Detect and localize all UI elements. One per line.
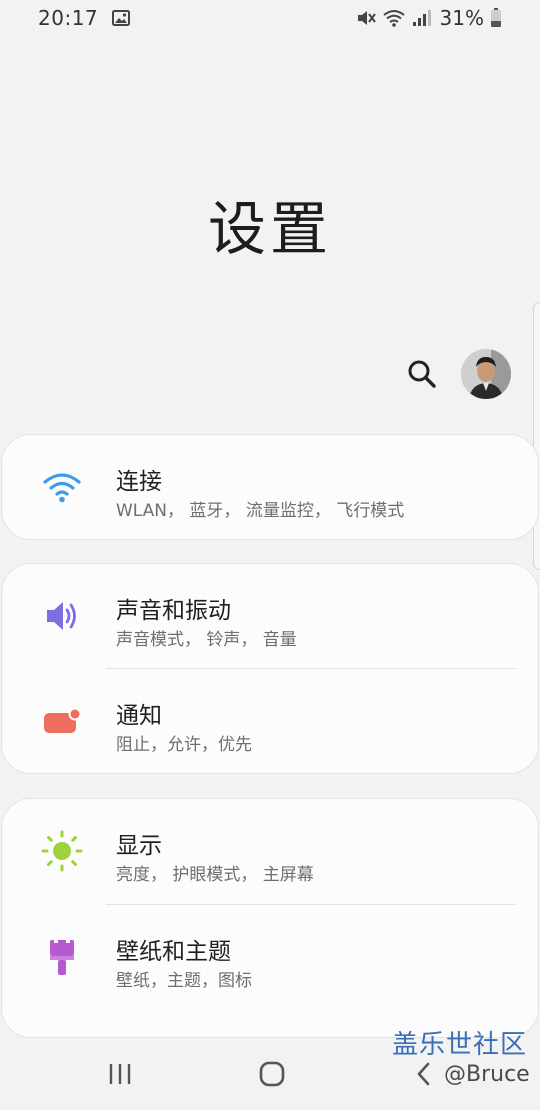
settings-item-title: 通知 — [116, 703, 162, 729]
settings-item-subtitle: 壁纸，主题，图标 — [116, 971, 252, 991]
status-left: 20:17 — [38, 6, 131, 30]
status-bar: 20:17 31% — [0, 0, 540, 36]
wifi-icon — [40, 465, 84, 509]
settings-item-title: 声音和振动 — [116, 598, 231, 624]
search-icon[interactable] — [404, 356, 440, 392]
settings-item-subtitle: WLAN， 蓝牙， 流量监控， 飞行模式 — [116, 501, 405, 521]
settings-item-display[interactable]: 显示 亮度， 护眼模式， 主屏幕 — [2, 799, 540, 904]
wifi-status-icon — [382, 8, 406, 28]
settings-item-connections[interactable]: 连接 WLAN， 蓝牙， 流量监控， 飞行模式 — [2, 435, 540, 541]
settings-item-notifications[interactable]: 通知 阻止，允许，优先 — [2, 669, 540, 774]
settings-group-sound: 声音和振动 声音模式， 铃声， 音量 通知 阻止，允许，优先 — [1, 563, 539, 774]
paint-brush-icon — [40, 935, 84, 979]
page-title: 设置 — [207, 195, 332, 263]
settings-group-display: 显示 亮度， 护眼模式， 主屏幕 壁纸和主题 壁纸，主题，图标 — [1, 798, 539, 1038]
status-time: 20:17 — [38, 6, 99, 30]
recent-apps-button[interactable] — [100, 1058, 140, 1090]
settings-group-connections: 连接 WLAN， 蓝牙， 流量监控， 飞行模式 — [1, 434, 539, 540]
settings-item-subtitle: 声音模式， 铃声， 音量 — [116, 630, 297, 650]
watermark-username: @Bruce — [444, 1062, 530, 1087]
avatar[interactable] — [461, 349, 511, 399]
back-button[interactable] — [408, 1058, 438, 1090]
home-button[interactable] — [252, 1058, 292, 1090]
status-right: 31% — [356, 6, 502, 30]
notification-icon — [40, 699, 84, 743]
signal-icon — [412, 9, 432, 27]
settings-item-title: 连接 — [116, 469, 162, 495]
settings-item-title: 壁纸和主题 — [116, 939, 231, 965]
settings-item-subtitle: 亮度， 护眼模式， 主屏幕 — [116, 865, 314, 885]
settings-item-sound[interactable]: 声音和振动 声音模式， 铃声， 音量 — [2, 564, 540, 669]
settings-item-wallpaper[interactable]: 壁纸和主题 壁纸，主题，图标 — [2, 905, 540, 1010]
battery-percent: 31% — [439, 6, 484, 30]
brightness-icon — [40, 829, 84, 873]
battery-icon — [490, 8, 502, 28]
settings-item-title: 显示 — [116, 833, 162, 859]
gallery-notification-icon — [112, 10, 131, 26]
mute-icon — [356, 8, 376, 28]
settings-item-subtitle: 阻止，允许，优先 — [116, 735, 252, 755]
volume-icon — [40, 594, 84, 638]
